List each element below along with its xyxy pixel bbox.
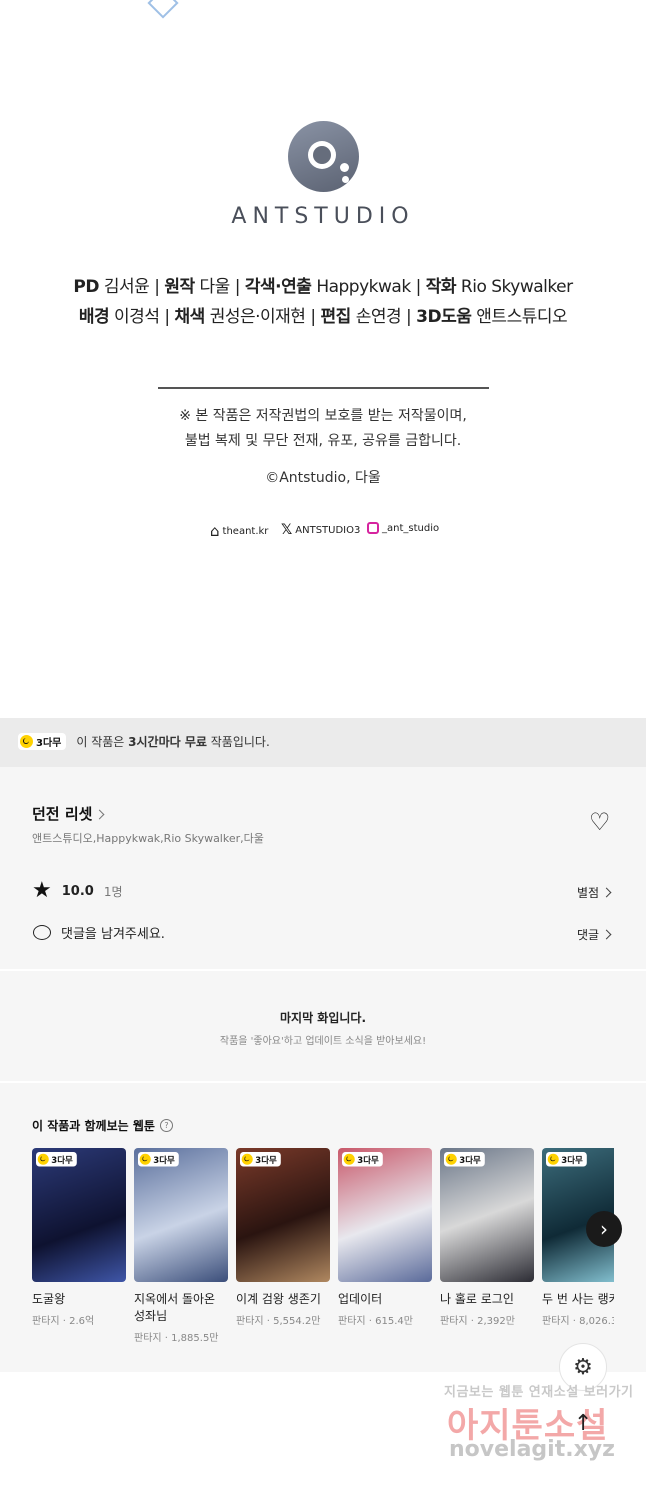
wait-free-badge: 3다무 bbox=[444, 1152, 486, 1167]
chevron-right-icon bbox=[601, 887, 612, 898]
item-meta: 판타지 · 2,392만 bbox=[440, 1316, 515, 1327]
chevron-right-icon bbox=[94, 809, 105, 820]
comment-row[interactable]: 댓글을 남겨주세요. bbox=[33, 923, 165, 942]
divider-rule bbox=[158, 387, 489, 389]
thumbnail: 3다무 bbox=[440, 1148, 534, 1282]
clock-icon bbox=[37, 1153, 49, 1165]
item-title: 두 번 사는 랭커 bbox=[542, 1292, 614, 1306]
thumbnail: 3다무 bbox=[338, 1148, 432, 1282]
section-divider bbox=[0, 1081, 646, 1083]
heart-icon[interactable]: ♡ bbox=[589, 810, 611, 834]
rating-link[interactable]: 별점 bbox=[577, 884, 612, 901]
recommend-item[interactable]: 3다무 도굴왕 판타지 · 2.6억 bbox=[32, 1148, 126, 1327]
recommend-list: 3다무 도굴왕 판타지 · 2.6억 3다무 지옥에서 돌아온 성좌님 판타지 … bbox=[32, 1148, 614, 1378]
social-home[interactable]: ⌂ theant.kr bbox=[210, 522, 268, 540]
carousel-next-button[interactable]: › bbox=[586, 1211, 622, 1247]
recommend-item[interactable]: 3다무 나 홀로 로그인 판타지 · 2,392만 bbox=[440, 1148, 534, 1327]
comment-prompt: 댓글을 남겨주세요. bbox=[61, 927, 165, 942]
credits-section: ANTSTUDIO PD 김서윤 | 원작 다울 | 각색·연출 Happykw… bbox=[0, 0, 646, 718]
last-episode-title: 마지막 화입니다. bbox=[279, 1011, 367, 1025]
chevron-right-icon bbox=[601, 929, 612, 940]
free-banner-text: 이 작품은 3시간마다 무료 작품입니다. bbox=[76, 735, 270, 749]
wait-free-badge: 3다무 bbox=[36, 1152, 78, 1167]
comment-link[interactable]: 댓글 bbox=[577, 926, 612, 943]
instagram-icon bbox=[367, 522, 379, 534]
chevron-right-icon: › bbox=[600, 1217, 608, 1241]
rating-value: 10.0 bbox=[61, 883, 94, 899]
last-episode-subtitle: 작품을 '좋아요'하고 업데이트 소식을 받아보세요! bbox=[219, 1036, 427, 1047]
item-title: 업데이터 bbox=[338, 1292, 383, 1306]
item-title: 나 홀로 로그인 bbox=[440, 1292, 514, 1306]
watermark-line-3: novelagit.xyz bbox=[449, 1437, 615, 1462]
recommend-heading: 이 작품과 함께보는 웹툰 ? bbox=[32, 1117, 173, 1134]
work-authors: 앤트스튜디오,Happykwak,Rio Skywalker,다울 bbox=[32, 832, 264, 845]
clock-icon bbox=[445, 1153, 457, 1165]
x-logo-icon: 𝕏 bbox=[281, 522, 293, 538]
item-title: 지옥에서 돌아온 성좌님 bbox=[134, 1292, 216, 1323]
wait-free-badge: 3다무 bbox=[342, 1152, 384, 1167]
credit-line-2: 배경 이경석 | 채색 권성은·이재현 | 편집 손연경 | 3D도움 앤트스튜… bbox=[78, 307, 568, 327]
brand-name: ANTSTUDIO bbox=[231, 204, 415, 229]
speech-bubble-icon bbox=[33, 925, 51, 940]
recommend-item[interactable]: 3다무 이계 검왕 생존기 판타지 · 5,554.2만 bbox=[236, 1148, 330, 1327]
item-meta: 판타지 · 1,885.5만 bbox=[134, 1333, 219, 1344]
item-meta: 판타지 · 5,554.2만 bbox=[236, 1316, 321, 1327]
clock-icon bbox=[343, 1153, 355, 1165]
star-icon: ★ bbox=[32, 878, 52, 903]
copyright-notice-1: ※ 본 작품은 저작권법의 보호를 받는 저작물이며, bbox=[179, 408, 467, 424]
home-icon: ⌂ bbox=[210, 522, 220, 540]
decorative-diamond bbox=[147, 0, 179, 19]
clock-icon bbox=[139, 1153, 151, 1165]
item-meta: 판타지 · 8,026.3만 bbox=[542, 1316, 614, 1327]
free-banner: 3다무 이 작품은 3시간마다 무료 작품입니다. bbox=[0, 718, 646, 767]
item-meta: 판타지 · 615.4만 bbox=[338, 1316, 413, 1327]
item-meta: 판타지 · 2.6억 bbox=[32, 1316, 95, 1327]
clock-icon bbox=[20, 735, 33, 748]
section-divider bbox=[0, 969, 646, 971]
copyright-holder: ©Antstudio, 다울 bbox=[265, 470, 381, 486]
clock-icon bbox=[241, 1153, 253, 1165]
help-icon[interactable]: ? bbox=[159, 1119, 173, 1132]
social-instagram[interactable]: _ant_studio bbox=[367, 522, 439, 534]
scroll-top-icon[interactable]: ↑ bbox=[574, 1411, 592, 1436]
thumbnail: 3다무 bbox=[32, 1148, 126, 1282]
social-x[interactable]: 𝕏 ANTSTUDIO3 bbox=[281, 522, 360, 538]
thumbnail: 3다무 bbox=[134, 1148, 228, 1282]
rating-count: 1명 bbox=[103, 884, 123, 899]
wait-free-badge: 3다무 bbox=[138, 1152, 180, 1167]
clock-icon bbox=[547, 1153, 559, 1165]
work-title-link[interactable]: 던전 리셋 bbox=[32, 803, 105, 824]
wait-free-badge: 3다무 bbox=[18, 733, 67, 750]
item-title: 이계 검왕 생존기 bbox=[236, 1292, 321, 1306]
copyright-notice-2: 불법 복제 및 무단 전재, 유포, 공유를 금합니다. bbox=[184, 433, 462, 449]
gear-icon: ⚙ bbox=[573, 1354, 593, 1380]
thumbnail: 3다무 bbox=[236, 1148, 330, 1282]
recommend-item[interactable]: 3다무 지옥에서 돌아온 성좌님 판타지 · 1,885.5만 bbox=[134, 1148, 228, 1344]
rating-row: ★ 10.0 1명 bbox=[32, 880, 123, 902]
recommend-item[interactable]: 3다무 업데이터 판타지 · 615.4만 bbox=[338, 1148, 432, 1327]
wait-free-badge: 3다무 bbox=[240, 1152, 282, 1167]
item-title: 도굴왕 bbox=[32, 1292, 66, 1306]
credit-line-1: PD 김서윤 | 원작 다울 | 각색·연출 Happykwak | 작화 Ri… bbox=[73, 277, 573, 297]
wait-free-badge: 3다무 bbox=[546, 1152, 588, 1167]
